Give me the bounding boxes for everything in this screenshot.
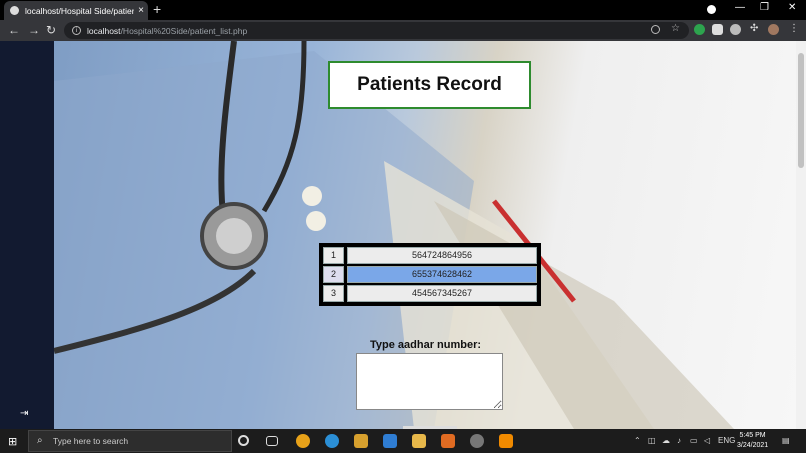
close-window-button[interactable]: ✕ bbox=[788, 2, 796, 13]
aadhar-number-cell: 454567345267 bbox=[347, 285, 537, 302]
clock[interactable]: 5:45 PM 3/24/2021 bbox=[737, 431, 768, 451]
table-row[interactable]: 2 655374628462 bbox=[323, 266, 537, 284]
table-row[interactable]: 3 454567345267 bbox=[323, 285, 537, 303]
microphone-icon[interactable]: ♪ bbox=[677, 436, 681, 445]
page-title: Patients Record bbox=[328, 61, 531, 109]
xampp-icon[interactable] bbox=[441, 434, 455, 448]
vlc-icon[interactable] bbox=[499, 434, 513, 448]
aadhar-number-cell: 564724864956 bbox=[347, 247, 537, 264]
key-icon[interactable] bbox=[651, 25, 660, 34]
extension-square-icon[interactable] bbox=[712, 24, 723, 35]
logout-icon[interactable]: ⇥ bbox=[20, 408, 28, 419]
maximize-button[interactable]: ❐ bbox=[760, 2, 769, 13]
windows-start-icon[interactable]: ⊞ bbox=[8, 435, 17, 448]
shield-icon[interactable] bbox=[694, 24, 705, 35]
page-content: Patients Record 1 564724864956 2 6553746… bbox=[54, 41, 796, 429]
url-host: localhost bbox=[87, 25, 121, 36]
row-index: 3 bbox=[323, 285, 344, 302]
record-icon bbox=[707, 5, 716, 14]
site-info-icon[interactable]: i bbox=[72, 26, 81, 35]
volume-icon[interactable]: ◁ bbox=[704, 436, 710, 445]
battery-icon[interactable]: ▭ bbox=[690, 436, 698, 445]
reload-button[interactable]: ↻ bbox=[46, 23, 56, 37]
tab-title: localhost/Hospital Side/patient_l bbox=[25, 5, 134, 16]
menu-icon[interactable]: ⋮ bbox=[789, 23, 800, 34]
back-button[interactable]: ← bbox=[8, 23, 20, 37]
row-index: 1 bbox=[323, 247, 344, 264]
edge-icon[interactable] bbox=[325, 434, 339, 448]
store-icon[interactable] bbox=[354, 434, 368, 448]
browser-tab[interactable]: localhost/Hospital Side/patient_l × bbox=[4, 1, 148, 20]
minimize-button[interactable]: — bbox=[735, 2, 745, 13]
search-placeholder: Type here to search bbox=[53, 436, 129, 446]
extension-circle-icon[interactable] bbox=[730, 24, 741, 35]
scrollbar[interactable] bbox=[796, 41, 806, 429]
aadhar-number-input[interactable] bbox=[356, 353, 503, 410]
avatar[interactable] bbox=[768, 24, 779, 35]
taskbar-search-input[interactable]: ⌕ Type here to search bbox=[28, 430, 232, 452]
sidebar: ⇥ bbox=[0, 41, 54, 429]
language-indicator[interactable]: ENG bbox=[718, 436, 735, 445]
new-tab-button[interactable]: + bbox=[153, 1, 161, 17]
browser-toolbar: ← → ↻ i localhost /Hospital%20Side/patie… bbox=[0, 20, 806, 41]
address-bar[interactable]: i localhost /Hospital%20Side/patient_lis… bbox=[64, 22, 689, 39]
taskbar: ⊞ ⌕ Type here to search ⌃ ◫ ☁ ♪ ▭ ◁ ENG … bbox=[0, 429, 806, 453]
chevron-up-icon[interactable]: ⌃ bbox=[634, 436, 641, 445]
forward-button[interactable]: → bbox=[28, 23, 40, 37]
globe-icon bbox=[10, 6, 19, 15]
cortana-icon[interactable] bbox=[238, 435, 249, 446]
chrome-icon[interactable] bbox=[296, 434, 310, 448]
date: 3/24/2021 bbox=[737, 442, 769, 449]
time: 5:45 PM bbox=[739, 432, 766, 439]
mail-icon[interactable] bbox=[383, 434, 397, 448]
patient-record-table: 1 564724864956 2 655374628462 3 45456734… bbox=[319, 243, 541, 306]
app-icon[interactable] bbox=[470, 434, 484, 448]
task-view-icon[interactable] bbox=[266, 436, 278, 446]
network-icon[interactable]: ◫ bbox=[648, 436, 656, 445]
notification-icon[interactable]: ▤ bbox=[782, 436, 790, 445]
puzzle-icon[interactable]: ✣ bbox=[750, 23, 761, 34]
table-row[interactable]: 1 564724864956 bbox=[323, 247, 537, 265]
tab-close-button[interactable]: × bbox=[134, 5, 148, 16]
row-index: 2 bbox=[323, 266, 344, 283]
star-icon[interactable]: ☆ bbox=[671, 23, 682, 34]
url-path: /Hospital%20Side/patient_list.php bbox=[120, 25, 248, 36]
aadhar-input-label: Type aadhar number: bbox=[370, 339, 482, 351]
scrollbar-thumb[interactable] bbox=[798, 53, 804, 168]
browser-tab-strip: localhost/Hospital Side/patient_l × + — … bbox=[0, 0, 806, 20]
file-explorer-icon[interactable] bbox=[412, 434, 426, 448]
aadhar-number-cell: 655374628462 bbox=[347, 266, 537, 283]
search-icon: ⌕ bbox=[37, 435, 43, 446]
cloud-icon[interactable]: ☁ bbox=[662, 436, 670, 445]
